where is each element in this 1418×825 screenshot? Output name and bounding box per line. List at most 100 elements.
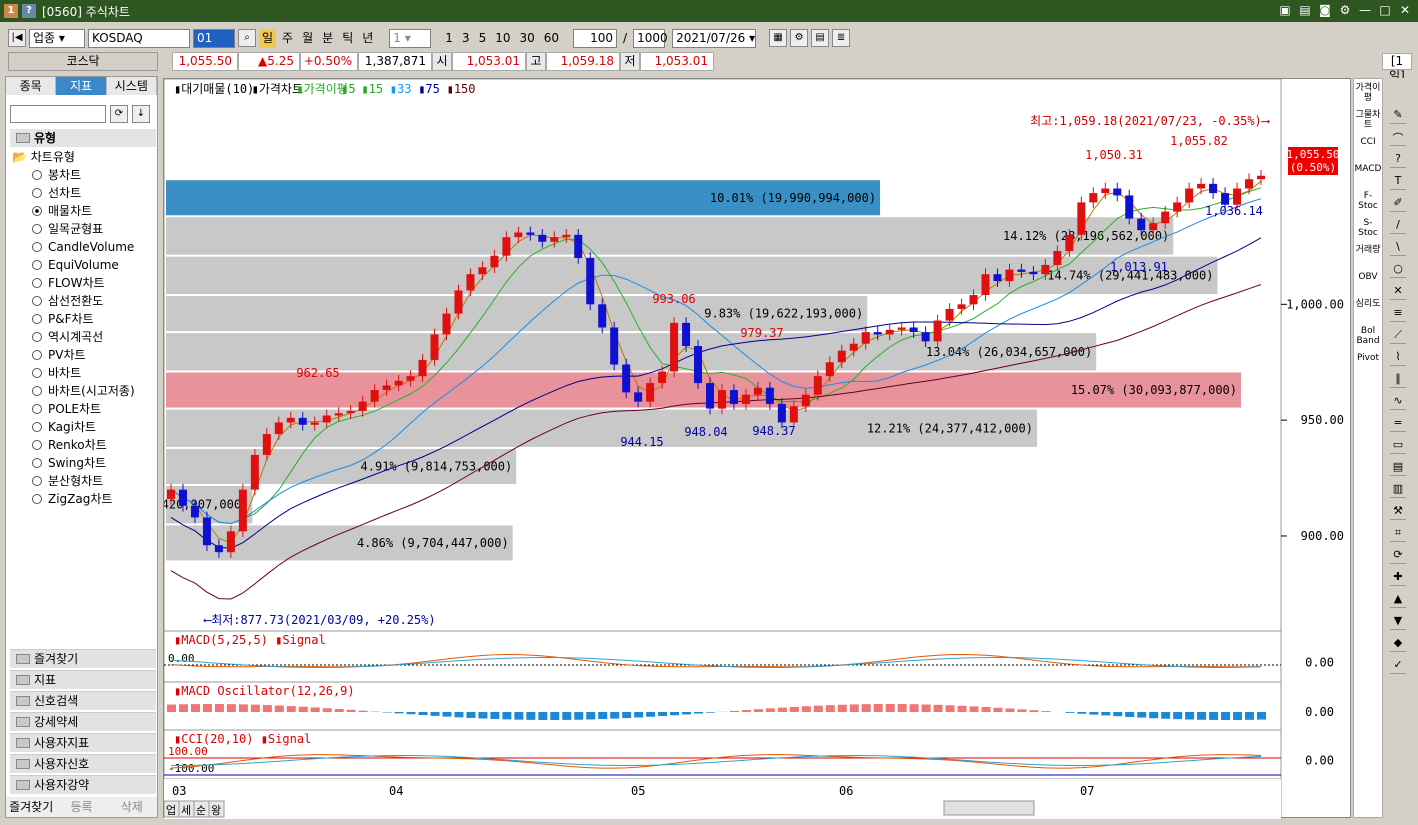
candle-body[interactable] xyxy=(202,517,211,546)
candle-body[interactable] xyxy=(1185,188,1194,203)
drawing-tool-icon[interactable]: ○ xyxy=(1390,262,1406,278)
candle-body[interactable] xyxy=(837,350,846,363)
candle-body[interactable] xyxy=(1041,264,1050,275)
indicator-shortcut[interactable]: 심리도 xyxy=(1354,295,1382,322)
favorites-button[interactable]: 즐겨찾기 xyxy=(6,797,57,817)
radio-icon[interactable] xyxy=(32,224,42,234)
candle-body[interactable] xyxy=(262,434,271,455)
candle-body[interactable] xyxy=(753,387,762,395)
drawing-tool-icon[interactable]: ▼ xyxy=(1390,614,1406,630)
candle-body[interactable] xyxy=(598,304,607,328)
stock-chart[interactable]: ▮대기매물(10)▮가격차트▮가격이평▮5 ▮15 ▮33 ▮75 ▮150 4.86% … xyxy=(97,78,1352,819)
chart-type-item[interactable]: 역시계곡선 xyxy=(32,329,103,346)
sidebar-group[interactable]: 지표 xyxy=(10,670,156,689)
chart-area[interactable]: ▮대기매물(10) ▮가격차트 ▮가격이평 ▮5 ▮15 ▮33 ▮75 ▮150 4.86% … xyxy=(97,78,1352,819)
camera-icon[interactable]: ◙ xyxy=(1318,3,1332,17)
candle-body[interactable] xyxy=(1113,188,1122,196)
total-input[interactable]: 1000 xyxy=(633,28,668,48)
radio-icon[interactable] xyxy=(32,188,42,198)
sidebar-group[interactable]: 사용자지표 xyxy=(10,733,156,752)
candle-body[interactable] xyxy=(729,390,738,404)
candle-body[interactable] xyxy=(885,329,894,335)
close-button[interactable]: ✕ xyxy=(1398,3,1412,17)
candle-body[interactable] xyxy=(214,545,223,553)
candle-body[interactable] xyxy=(801,394,810,407)
indicator-shortcut[interactable]: 가격이평 xyxy=(1354,79,1382,106)
radio-icon[interactable] xyxy=(32,494,42,504)
drawing-tool-icon[interactable]: ∥ xyxy=(1390,372,1406,388)
candle-body[interactable] xyxy=(382,385,391,391)
candle-body[interactable] xyxy=(466,274,475,291)
drawing-tool-icon[interactable]: ▲ xyxy=(1390,592,1406,608)
candle-body[interactable] xyxy=(670,322,679,372)
radio-icon[interactable] xyxy=(32,440,42,450)
candle-body[interactable] xyxy=(250,454,259,490)
radio-icon[interactable] xyxy=(32,332,42,342)
radio-icon[interactable] xyxy=(32,260,42,270)
chart-type-item[interactable]: Renko차트 xyxy=(32,437,107,454)
candle-body[interactable] xyxy=(933,320,942,342)
candle-body[interactable] xyxy=(1029,271,1038,275)
gear-icon[interactable]: ⚙ xyxy=(1338,3,1352,17)
candle-body[interactable] xyxy=(346,410,355,414)
chart-type-item[interactable]: 선차트 xyxy=(32,185,81,202)
maximize-button[interactable]: □ xyxy=(1378,3,1392,17)
period-year[interactable]: 년 xyxy=(359,29,376,48)
candle-body[interactable] xyxy=(706,383,715,409)
sidebar-group-type[interactable]: 유형 xyxy=(10,129,156,147)
candle-body[interactable] xyxy=(957,304,966,309)
symbol-input[interactable]: KOSDAQ xyxy=(88,28,190,48)
sidebar-group[interactable]: 즐겨찾기 xyxy=(10,649,156,668)
drawing-tool-icon[interactable]: ✕ xyxy=(1390,284,1406,300)
first-icon[interactable]: |◀ xyxy=(8,29,26,47)
quick-30[interactable]: 30 xyxy=(516,29,537,48)
candle-body[interactable] xyxy=(418,359,427,377)
candle-body[interactable] xyxy=(813,376,822,395)
candle-body[interactable] xyxy=(1137,218,1146,231)
candle-body[interactable] xyxy=(454,290,463,314)
drawing-tool-icon[interactable]: T xyxy=(1390,174,1406,190)
tab-indicators[interactable]: 지표 xyxy=(56,77,107,95)
candle-body[interactable] xyxy=(1233,188,1242,205)
save-icon[interactable]: ▤ xyxy=(811,29,830,47)
period-month[interactable]: 월 xyxy=(299,29,316,48)
candle-body[interactable] xyxy=(682,322,691,347)
candle-body[interactable] xyxy=(694,346,703,384)
candle-body[interactable] xyxy=(921,332,930,342)
drawing-tool-icon[interactable]: / xyxy=(1390,218,1406,234)
period-tick[interactable]: 틱 xyxy=(339,29,356,48)
indicator-shortcut[interactable]: Bol Band xyxy=(1354,322,1382,349)
candle-body[interactable] xyxy=(370,390,379,402)
drawing-tool-icon[interactable]: ⌒ xyxy=(1390,130,1406,146)
quick-3[interactable]: 3 xyxy=(459,29,473,48)
candle-body[interactable] xyxy=(634,392,643,402)
candle-body[interactable] xyxy=(478,267,487,275)
sidebar-group[interactable]: 사용자강약 xyxy=(10,775,156,794)
copy-icon[interactable]: ▤ xyxy=(1298,3,1312,17)
candle-body[interactable] xyxy=(238,489,247,532)
candle-body[interactable] xyxy=(1089,193,1098,203)
search-icon[interactable]: ⌕ xyxy=(238,29,256,47)
quick-10[interactable]: 10 xyxy=(492,29,513,48)
quick-5[interactable]: 5 xyxy=(476,29,490,48)
horizontal-scrollbar[interactable] xyxy=(943,800,1035,816)
candle-body[interactable] xyxy=(550,237,559,242)
radio-icon[interactable] xyxy=(32,170,42,180)
candle-body[interactable] xyxy=(190,505,199,518)
candle-body[interactable] xyxy=(394,380,403,386)
candle-body[interactable] xyxy=(993,274,1002,282)
candle-body[interactable] xyxy=(538,234,547,242)
candle-body[interactable] xyxy=(765,387,774,404)
drawing-tool-icon[interactable]: ◆ xyxy=(1390,636,1406,652)
drawing-tool-icon[interactable]: ✐ xyxy=(1390,196,1406,212)
drawing-tool-icon[interactable]: ▭ xyxy=(1390,438,1406,454)
drawing-tool-icon[interactable]: ? xyxy=(1390,152,1406,168)
download-icon[interactable]: ↓ xyxy=(132,105,150,123)
radio-icon[interactable] xyxy=(32,368,42,378)
layout-icon[interactable]: ▦ xyxy=(769,29,788,47)
candle-body[interactable] xyxy=(286,417,295,423)
indicator-shortcut[interactable]: MACD xyxy=(1354,160,1382,187)
candle-body[interactable] xyxy=(741,394,750,404)
radio-icon[interactable] xyxy=(32,314,42,324)
minimize-button[interactable]: — xyxy=(1358,3,1372,17)
